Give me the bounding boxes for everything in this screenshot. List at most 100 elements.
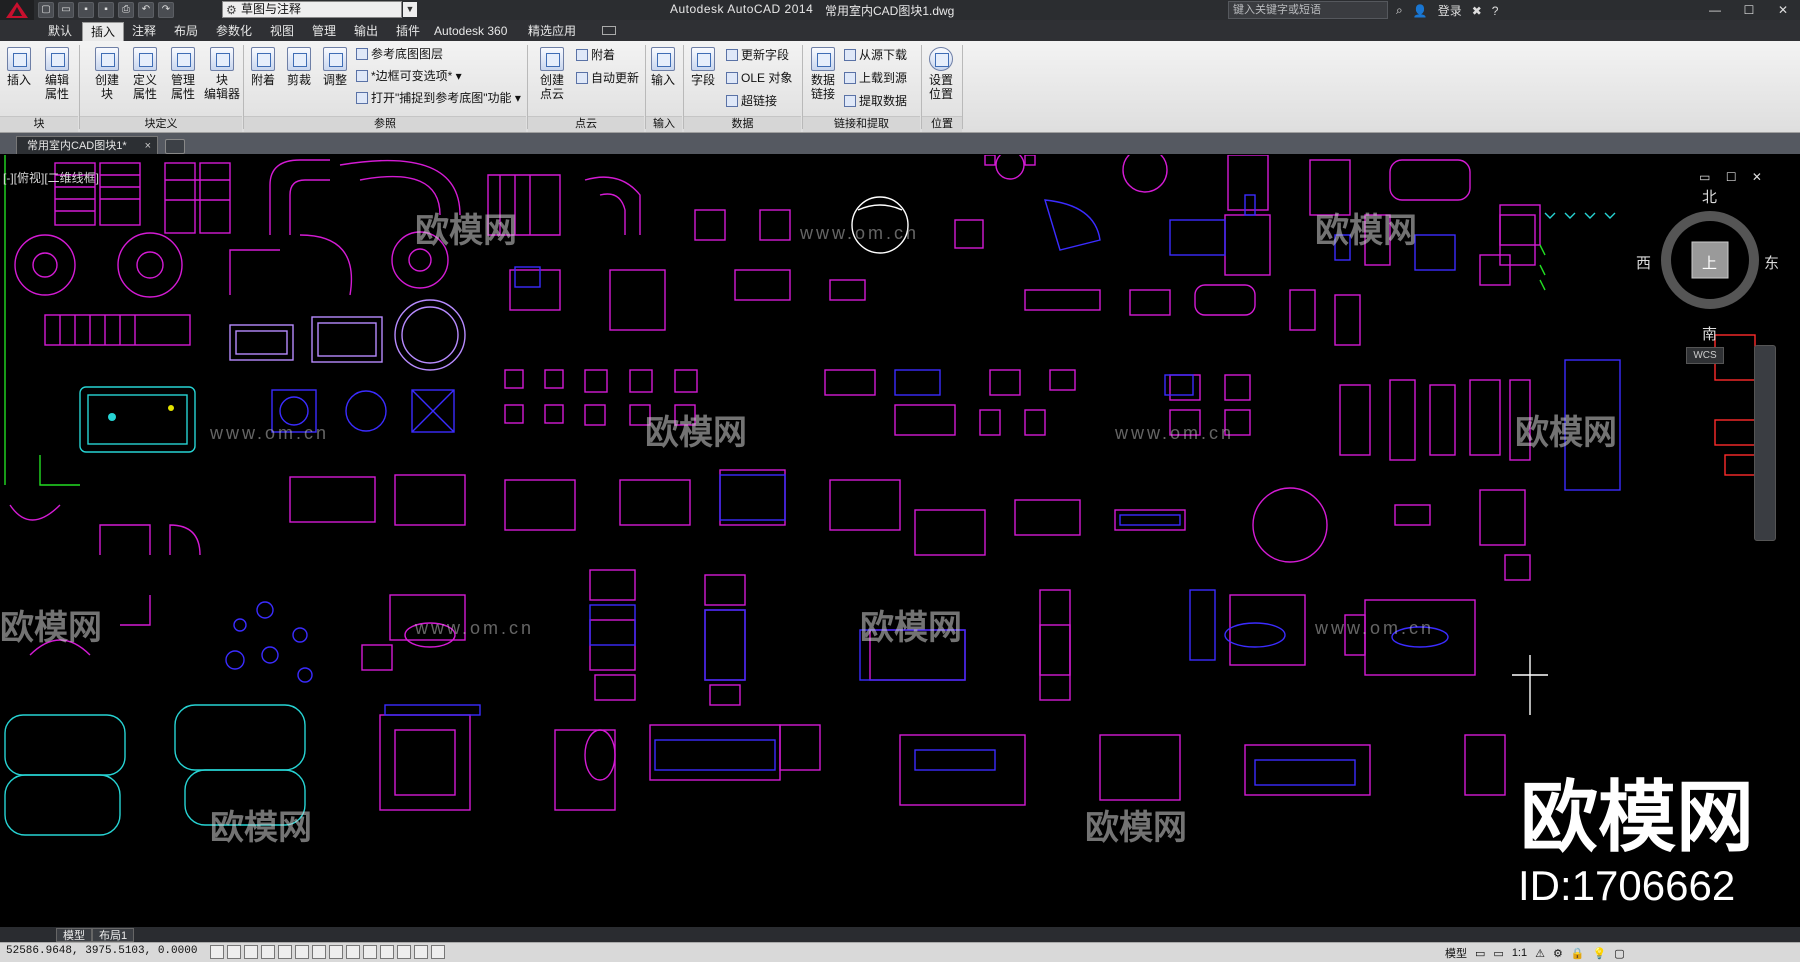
panel-label-reference[interactable]: 参照 <box>244 116 526 132</box>
block-editor-button[interactable]: 块 编辑器 <box>203 47 241 101</box>
quick-view-layouts-icon[interactable]: ▭ <box>1475 947 1485 960</box>
object-snap-tracking-icon[interactable] <box>329 945 343 959</box>
new-tab-button[interactable] <box>165 139 185 154</box>
auto-update-button[interactable]: 自动更新 <box>576 70 639 86</box>
tab-view[interactable]: 视图 <box>262 22 302 41</box>
3d-object-snap-icon[interactable] <box>312 945 326 959</box>
ribbon-minimize-icon[interactable] <box>602 26 616 35</box>
field-button[interactable]: 字段 <box>686 47 720 87</box>
annotation-visibility-icon[interactable]: ⚠ <box>1535 947 1545 960</box>
panel-label-point-cloud[interactable]: 点云 <box>528 116 644 132</box>
selection-cycling-icon[interactable] <box>431 945 445 959</box>
application-menu-button[interactable] <box>0 0 34 20</box>
quick-properties-icon[interactable] <box>414 945 428 959</box>
frames-vary-dropdown[interactable]: *边框可变选项* ▾ <box>356 68 462 84</box>
drawing-canvas[interactable]: [-][俯视][二维线框] ▭ ☐ ✕ 北 南 东 西 上 WCS 欧模网 ww… <box>0 155 1778 927</box>
tab-manage[interactable]: 管理 <box>304 22 344 41</box>
help-icon[interactable]: ? <box>1492 4 1499 18</box>
minimize-icon[interactable]: — <box>1698 0 1732 20</box>
clip-button[interactable]: 剪裁 <box>282 47 316 87</box>
view-cube[interactable]: 北 南 东 西 上 <box>1636 189 1778 343</box>
upload-to-source-button[interactable]: 上载到源 <box>844 70 907 86</box>
manage-attributes-button[interactable]: 管理 属性 <box>166 47 200 101</box>
panel-label-data[interactable]: 数据 <box>684 116 801 132</box>
lock-icon[interactable]: 🔒 <box>1571 947 1585 960</box>
create-point-cloud-button[interactable]: 创建 点云 <box>532 47 572 101</box>
dynamic-input-icon[interactable] <box>363 945 377 959</box>
panel-label-block-definition[interactable]: 块定义 <box>80 116 242 132</box>
maximize-icon[interactable]: ☐ <box>1732 0 1766 20</box>
insert-block-button[interactable]: 插入 <box>2 47 36 87</box>
tab-autodesk-360[interactable]: Autodesk 360 <box>426 22 515 41</box>
compass-north[interactable]: 北 <box>1702 186 1717 207</box>
save-icon[interactable]: ▪ <box>78 2 94 18</box>
open-folder-icon[interactable]: ▭ <box>58 2 74 18</box>
dynamic-ucs-icon[interactable] <box>346 945 360 959</box>
tab-layout[interactable]: 布局 <box>166 22 206 41</box>
panel-label-import[interactable]: 输入 <box>646 116 682 132</box>
search-icon[interactable]: ⌕ <box>1396 3 1403 18</box>
underlay-layers-button[interactable]: 参考底图图层 <box>356 46 443 62</box>
update-fields-button[interactable]: 更新字段 <box>726 47 789 63</box>
tab-model[interactable]: 模型 <box>56 928 92 942</box>
search-input[interactable]: 键入关键字或短语 <box>1228 1 1388 19</box>
viewport-controls-label[interactable]: [-][俯视][二维线框] <box>3 169 99 186</box>
workspace-selector[interactable]: ⚙ 草图与注释 ▼ <box>222 1 417 18</box>
quick-view-drawings-icon[interactable]: ▭ <box>1493 947 1503 960</box>
polar-tracking-icon[interactable] <box>278 945 292 959</box>
clean-screen-icon[interactable]: ▢ <box>1614 947 1624 960</box>
download-from-source-button[interactable]: 从源下载 <box>844 47 907 63</box>
viewport-window-controls[interactable]: ▭ ☐ ✕ <box>1699 170 1768 184</box>
extract-data-button[interactable]: 提取数据 <box>844 93 907 109</box>
file-tab[interactable]: 常用室内CAD图块1* × <box>16 136 158 154</box>
close-icon[interactable]: ✕ <box>1766 0 1800 20</box>
compass-east[interactable]: 东 <box>1764 252 1778 273</box>
new-file-icon[interactable]: ▢ <box>38 2 54 18</box>
tab-plugins[interactable]: 插件 <box>388 22 428 41</box>
snap-mode-icon[interactable] <box>227 945 241 959</box>
ortho-mode-icon[interactable] <box>261 945 275 959</box>
model-space-toggle[interactable]: 模型 <box>1445 945 1467 961</box>
lineweight-icon[interactable] <box>380 945 394 959</box>
panel-label-linking[interactable]: 链接和提取 <box>803 116 920 132</box>
view-cube-top-face[interactable]: 上 <box>1702 252 1717 273</box>
redo-icon[interactable]: ↷ <box>158 2 174 18</box>
panel-label-location[interactable]: 位置 <box>922 116 962 132</box>
exchange-icon[interactable]: ✖ <box>1472 4 1482 18</box>
workspace-switching-icon[interactable]: ⚙ <box>1553 947 1563 960</box>
create-block-button[interactable]: 创建 块 <box>90 47 124 101</box>
edit-attributes-button[interactable]: 编辑 属性 <box>40 47 74 101</box>
adjust-button[interactable]: 调整 <box>318 47 352 87</box>
isolate-objects-icon[interactable]: 💡 <box>1593 947 1607 960</box>
print-icon[interactable]: ⎙ <box>118 2 134 18</box>
tab-default[interactable]: 默认 <box>40 22 80 41</box>
tab-output[interactable]: 输出 <box>346 22 386 41</box>
infer-constraints-icon[interactable] <box>210 945 224 959</box>
compass-south[interactable]: 南 <box>1702 323 1717 344</box>
grid-display-icon[interactable] <box>244 945 258 959</box>
hyperlink-button[interactable]: 超链接 <box>726 93 777 109</box>
chevron-down-icon[interactable]: ▼ <box>403 2 417 17</box>
define-attributes-button[interactable]: 定义 属性 <box>128 47 162 101</box>
navigation-bar[interactable] <box>1754 345 1776 541</box>
annotation-scale[interactable]: 1:1 <box>1512 947 1527 959</box>
tab-insert[interactable]: 插入 <box>82 22 125 41</box>
object-snap-icon[interactable] <box>295 945 309 959</box>
tab-layout1[interactable]: 布局1 <box>92 928 135 942</box>
close-tab-icon[interactable]: × <box>145 137 151 155</box>
set-location-button[interactable]: 设置 位置 <box>924 47 958 101</box>
ole-object-button[interactable]: OLE 对象 <box>726 70 792 86</box>
user-icon[interactable]: 👤 <box>1413 4 1428 18</box>
wcs-menu[interactable]: WCS <box>1686 347 1724 364</box>
import-button[interactable]: 输入 <box>646 47 680 87</box>
data-link-button[interactable]: 数据 链接 <box>806 47 840 101</box>
tab-annotate[interactable]: 注释 <box>124 22 164 41</box>
tab-parametric[interactable]: 参数化 <box>208 22 260 41</box>
pointcloud-attach-button[interactable]: 附着 <box>576 47 615 63</box>
tab-featured-apps[interactable]: 精选应用 <box>520 22 584 41</box>
undo-icon[interactable]: ↶ <box>138 2 154 18</box>
panel-label-block[interactable]: 块 <box>0 116 78 132</box>
compass-west[interactable]: 西 <box>1636 252 1651 273</box>
save-as-icon[interactable]: ▪ <box>98 2 114 18</box>
login-link[interactable]: 登录 <box>1438 2 1462 19</box>
